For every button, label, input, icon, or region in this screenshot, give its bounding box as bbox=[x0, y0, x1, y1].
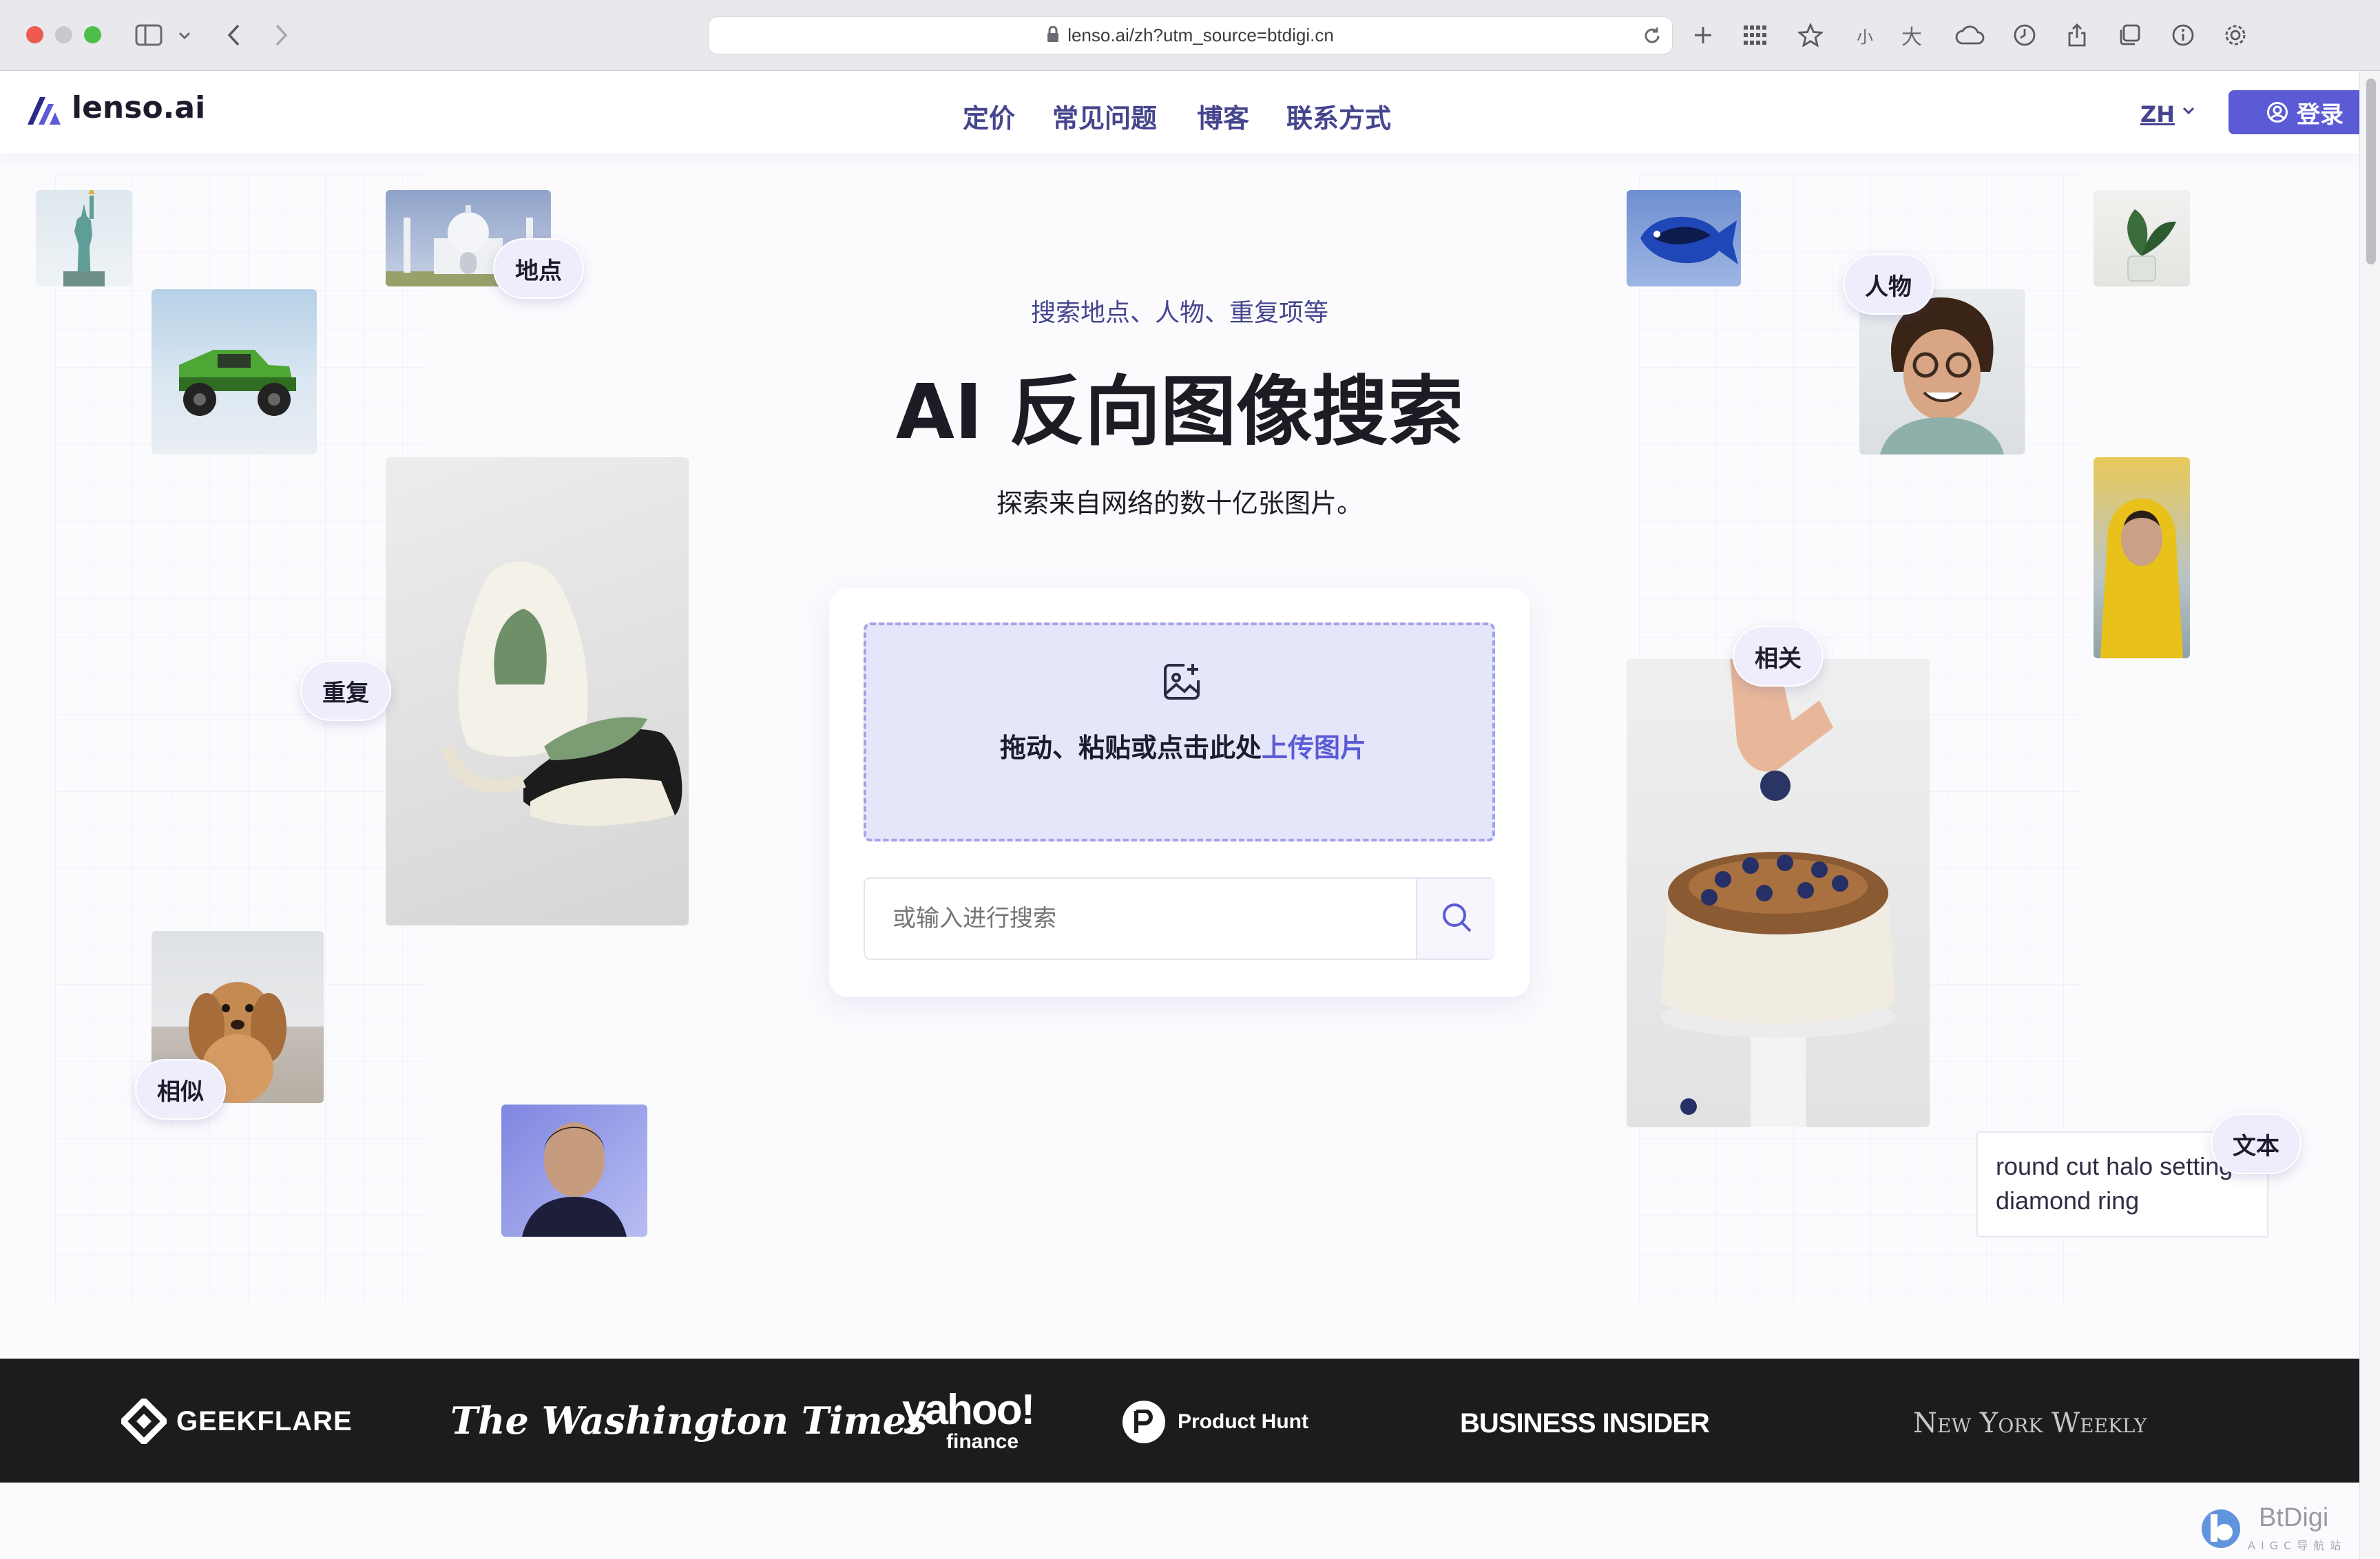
product-hunt-logo[interactable]: Product Hunt bbox=[1123, 1400, 1308, 1444]
add-image-icon bbox=[1161, 661, 1202, 705]
hero-description: 探索来自网络的数十亿张图片。 bbox=[996, 488, 1363, 519]
geekflare-text: GEEKFLARE bbox=[176, 1405, 353, 1436]
tag-places[interactable]: 地点 bbox=[493, 238, 584, 299]
btdigi-watermark: BtDigi AIGC导航站 bbox=[2200, 1503, 2358, 1556]
info-icon[interactable] bbox=[2169, 19, 2197, 51]
chevron-down-icon[interactable] bbox=[175, 19, 194, 51]
sidebar-toggle-icon[interactable] bbox=[131, 19, 167, 51]
new-york-weekly-logo[interactable]: New York Weekly bbox=[1913, 1403, 2147, 1444]
address-bar[interactable]: lenso.ai/zh?utm_source=btdigi.cn bbox=[708, 17, 1673, 54]
business-insider-logo[interactable]: BUSINESS INSIDER bbox=[1460, 1403, 1710, 1444]
yahoo-finance-text: finance bbox=[946, 1430, 1019, 1453]
nav-link-pricing[interactable]: 定价 bbox=[963, 97, 1015, 135]
plant-leaf-image bbox=[2094, 190, 2190, 286]
press-logos-bar: GEEKFLARE The Washington Times yahoo! fi… bbox=[0, 1359, 2359, 1483]
product-hunt-text: Product Hunt bbox=[1178, 1410, 1308, 1433]
yahoo-text: yahoo! bbox=[902, 1386, 1035, 1434]
minimize-window-button[interactable] bbox=[55, 26, 72, 43]
zoom-window-button[interactable] bbox=[84, 26, 101, 43]
scrollbar-thumb[interactable] bbox=[2366, 79, 2376, 264]
blueberry-cake-image bbox=[1627, 659, 1930, 1127]
text-smaller-button[interactable]: 小 bbox=[1851, 19, 1879, 51]
search-box bbox=[864, 877, 1495, 960]
search-button[interactable] bbox=[1416, 879, 1495, 959]
woman-portrait-image bbox=[501, 1105, 647, 1237]
tag-text[interactable]: 文本 bbox=[2211, 1113, 2301, 1174]
watermark-subtitle: AIGC导航站 bbox=[2248, 1539, 2347, 1552]
url-text: lenso.ai/zh?utm_source=btdigi.cn bbox=[1067, 25, 1334, 45]
upload-dropzone[interactable]: 拖动、粘贴或点击此处上传图片 bbox=[864, 622, 1495, 841]
upload-text: 拖动、粘贴或点击此处 bbox=[999, 733, 1262, 763]
yahoo-finance-logo[interactable]: yahoo! finance bbox=[902, 1389, 1040, 1458]
search-icon bbox=[1440, 901, 1473, 937]
close-window-button[interactable] bbox=[26, 26, 43, 43]
back-icon[interactable] bbox=[220, 19, 248, 51]
nav-link-faq[interactable]: 常见问题 bbox=[1052, 97, 1157, 135]
browser-toolbar: lenso.ai/zh?utm_source=btdigi.cn 小 大 bbox=[0, 0, 2380, 71]
upload-instructions: 拖动、粘贴或点击此处上传图片 bbox=[990, 727, 1376, 768]
lenso-logo-icon[interactable] bbox=[25, 92, 63, 130]
btdigi-logo-icon bbox=[2200, 1507, 2242, 1553]
chevron-down-icon[interactable] bbox=[2182, 105, 2195, 119]
cloud-icon[interactable] bbox=[1953, 19, 1987, 51]
search-card: 拖动、粘贴或点击此处上传图片 bbox=[829, 588, 1530, 997]
yellow-hood-portrait-image bbox=[2094, 457, 2190, 658]
blue-fish-image bbox=[1627, 190, 1741, 286]
geekflare-diamond-icon bbox=[121, 1399, 167, 1444]
washington-times-logo[interactable]: The Washington Times bbox=[450, 1394, 927, 1447]
tag-related[interactable]: 相关 bbox=[1733, 626, 1824, 687]
product-hunt-icon bbox=[1123, 1401, 1165, 1443]
apps-grid-icon[interactable] bbox=[1740, 19, 1771, 51]
top-navigation: lenso.ai 定价 常见问题 博客 联系方式 ZH 登录 bbox=[0, 71, 2359, 154]
tag-duplicates[interactable]: 重复 bbox=[300, 660, 391, 721]
search-input[interactable] bbox=[865, 879, 1416, 959]
upload-link[interactable]: 上传图片 bbox=[1262, 733, 1366, 763]
tag-similar[interactable]: 相似 bbox=[135, 1059, 226, 1120]
text-larger-button[interactable]: 大 bbox=[1898, 19, 1925, 51]
login-button[interactable]: 登录 bbox=[2228, 90, 2359, 134]
watermark-brand: BtDigi bbox=[2259, 1503, 2329, 1532]
tag-people[interactable]: 人物 bbox=[1843, 254, 1934, 315]
page-scrollbar[interactable] bbox=[2359, 71, 2380, 1559]
lock-icon bbox=[1047, 25, 1059, 45]
tabs-overview-icon[interactable] bbox=[2116, 19, 2143, 51]
logo-text[interactable]: lenso.ai bbox=[72, 90, 205, 125]
share-icon[interactable] bbox=[2063, 19, 2091, 51]
login-label: 登录 bbox=[2297, 101, 2344, 129]
web-page: lenso.ai 定价 常见问题 博客 联系方式 ZH 登录 地点 重复 相似 bbox=[0, 71, 2359, 1559]
bookmark-star-icon[interactable] bbox=[1795, 19, 1826, 51]
history-icon[interactable] bbox=[2011, 19, 2038, 51]
user-circle-icon bbox=[2266, 101, 2288, 123]
geekflare-logo[interactable]: GEEKFLARE bbox=[121, 1397, 353, 1445]
nav-link-blog[interactable]: 博客 bbox=[1197, 97, 1249, 135]
statue-of-liberty-image bbox=[36, 190, 132, 286]
sneakers-image bbox=[386, 457, 689, 925]
nav-link-contact[interactable]: 联系方式 bbox=[1286, 97, 1391, 135]
language-selector[interactable]: ZH bbox=[2140, 101, 2175, 127]
forward-icon[interactable] bbox=[267, 19, 295, 51]
settings-gear-icon[interactable] bbox=[2222, 19, 2249, 51]
new-tab-icon[interactable] bbox=[1687, 19, 1719, 51]
reload-icon[interactable] bbox=[1642, 25, 1662, 49]
